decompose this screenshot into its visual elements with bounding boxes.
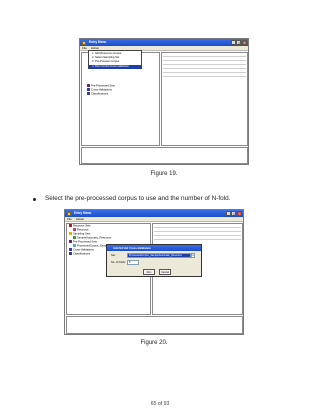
figure20-caption: Figure 20. (140, 340, 168, 346)
figure20-window-title: Entry Menu (74, 211, 92, 215)
figure19-action-menu: 1. Add Resource Corpus 2. Select Samplin… (88, 50, 142, 70)
set-select[interactable]: ProcessedCorpus_SampleAutomatic_Resource (127, 253, 191, 258)
folder-icon (69, 224, 72, 227)
folder-icon (69, 232, 72, 235)
folder-icon (69, 240, 72, 243)
menu-file[interactable]: File (67, 217, 72, 221)
menu-action[interactable]: Action (76, 217, 84, 221)
figure20-titlebar: Entry Menu _ □ × (65, 210, 243, 217)
folder-icon (87, 88, 90, 91)
figure19-window-title: Entry Menu (89, 40, 107, 44)
figure19-bottom-pane (81, 147, 248, 164)
folder-icon (69, 252, 72, 255)
figure19-screenshot: Entry Menu _ □ × File Action Pre-Processe… (79, 38, 249, 165)
set-label: Set: (111, 254, 116, 257)
folder-icon (87, 92, 90, 95)
close-icon[interactable]: × (242, 40, 247, 45)
figure19-detail-pane (161, 52, 248, 146)
folder-icon (69, 248, 72, 251)
cancel-button[interactable]: Cancel (159, 269, 171, 275)
bullet-icon (33, 198, 36, 201)
menu-item-nfold[interactable]: 4. Run N-Fold Cross-Validation (89, 64, 141, 70)
maximize-icon[interactable]: □ (231, 211, 237, 216)
tree-item-classifications[interactable]: Classifications (87, 92, 108, 97)
document-icon (73, 236, 76, 239)
figure19-caption: Figure 19. (150, 171, 178, 177)
app-icon (67, 211, 71, 216)
figure20-screenshot: Entry Menu _ □ × File Action Resource Set… (64, 209, 244, 335)
document-icon (73, 228, 76, 231)
run-button[interactable]: Run (143, 269, 155, 275)
nfold-dialog-title: Add N-Fold Cross-Validation (107, 245, 201, 251)
chevron-down-icon[interactable]: ▾ (191, 253, 195, 258)
app-icon (82, 40, 86, 45)
nfold-dialog: Add N-Fold Cross-Validation Set: Process… (106, 244, 202, 277)
minimize-icon[interactable]: _ (225, 211, 231, 216)
nfold-label: No. of Folds: (111, 261, 126, 264)
page-number: 65 of 93 (150, 401, 170, 407)
maximize-icon[interactable]: □ (236, 40, 242, 45)
figure20-menubar: File Action (65, 217, 243, 222)
tree-item-classifications[interactable]: Classifications (69, 252, 90, 257)
instruction-text: Select the pre-processed corpus to use a… (45, 195, 231, 202)
nfold-input[interactable]: 5 (127, 260, 139, 265)
close-icon[interactable]: × (237, 211, 242, 216)
minimize-icon[interactable]: _ (230, 40, 236, 45)
figure19-titlebar: Entry Menu _ □ × (80, 39, 248, 46)
document-icon (73, 244, 76, 247)
menu-file[interactable]: File (82, 46, 87, 50)
folder-icon (87, 84, 90, 87)
figure20-bottom-pane (66, 316, 243, 334)
